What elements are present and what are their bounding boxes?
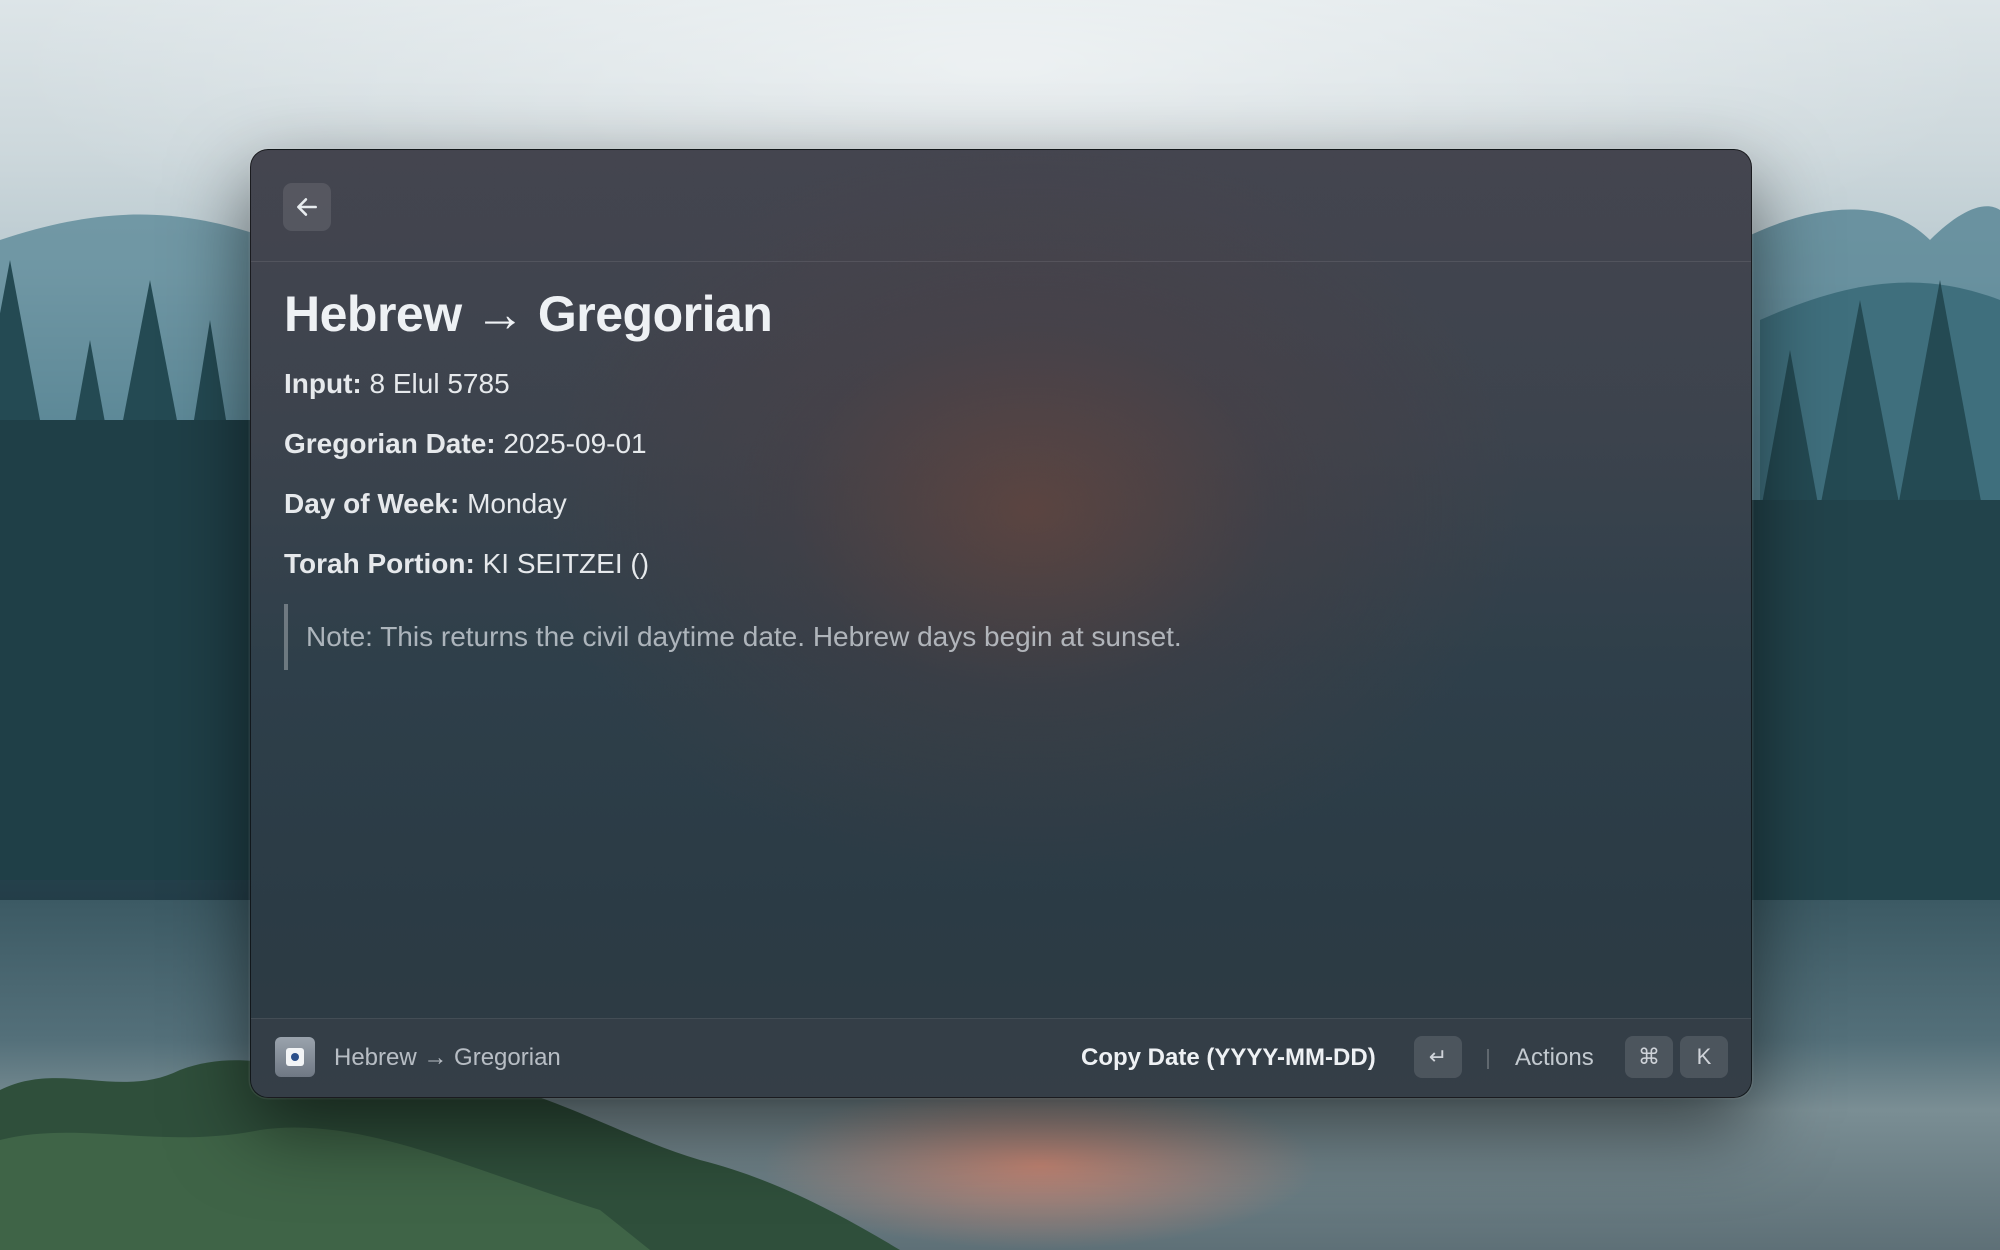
- torah-portion-row: Torah Portion: KI SEITZEI (): [284, 544, 1711, 584]
- detail-content: Hebrew → Gregorian Input: 8 Elul 5785 Gr…: [284, 280, 1711, 670]
- input-row: Input: 8 Elul 5785: [284, 364, 1711, 404]
- gregorian-date-value: 2025-09-01: [503, 428, 647, 459]
- top-bar: [251, 150, 1751, 262]
- extension-icon: [275, 1037, 315, 1077]
- input-value: 8 Elul 5785: [369, 368, 510, 399]
- back-button[interactable]: [283, 183, 331, 231]
- gregorian-date-label: Gregorian Date:: [284, 428, 496, 459]
- day-of-week-row: Day of Week: Monday: [284, 484, 1711, 524]
- k-key[interactable]: K: [1680, 1036, 1728, 1078]
- day-of-week-label: Day of Week:: [284, 488, 460, 519]
- sunset-note: Note: This returns the civil daytime dat…: [284, 604, 1711, 670]
- arrow-left-icon: [297, 198, 317, 216]
- command-title: Hebrew → Gregorian: [334, 1044, 561, 1071]
- input-label: Input:: [284, 368, 362, 399]
- torah-portion-value: KI SEITZEI (): [482, 548, 650, 579]
- command-key-icon[interactable]: ⌘: [1625, 1036, 1673, 1078]
- torah-portion-label: Torah Portion:: [284, 548, 475, 579]
- action-bar: Hebrew → Gregorian Copy Date (YYYY-MM-DD…: [251, 1018, 1751, 1097]
- actions-button[interactable]: Actions: [1515, 1019, 1594, 1097]
- enter-key-icon[interactable]: ↵: [1414, 1036, 1462, 1078]
- action-divider: [1487, 1049, 1489, 1069]
- gregorian-date-row: Gregorian Date: 2025-09-01: [284, 424, 1711, 464]
- page-title: Hebrew → Gregorian: [284, 286, 773, 342]
- day-of-week-value: Monday: [467, 488, 567, 519]
- raycast-window: Hebrew → Gregorian Input: 8 Elul 5785 Gr…: [250, 149, 1752, 1098]
- copy-date-button[interactable]: Copy Date (YYYY-MM-DD): [1081, 1019, 1376, 1097]
